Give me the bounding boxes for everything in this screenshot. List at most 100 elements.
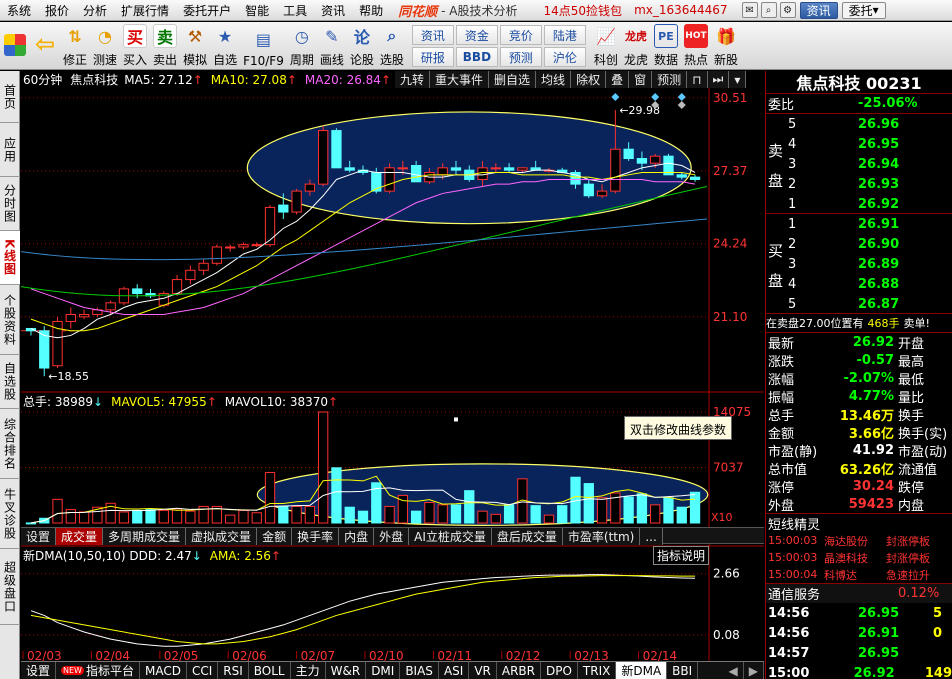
tab-wr[interactable]: W&R xyxy=(326,662,367,679)
vol-settings-tab[interactable]: 设置 xyxy=(21,528,57,545)
news-item[interactable]: 15:00:03 海达股份 封涨停板 xyxy=(766,532,952,549)
buy-level-row[interactable]: 2 26.90 xyxy=(766,234,952,254)
play-icon[interactable]: ⏭ xyxy=(707,71,730,88)
draw-button[interactable]: ✎ 画线 xyxy=(317,22,347,70)
user-id[interactable]: mx_163644467 xyxy=(634,3,728,17)
vol-turnover-tab[interactable]: 换手率 xyxy=(292,528,340,545)
vol-multi-period-tab[interactable]: 多周期成交量 xyxy=(103,528,187,545)
tab-dpo[interactable]: DPO xyxy=(541,662,578,679)
hot-button[interactable]: HOT 热点 xyxy=(681,22,711,70)
star-market-button[interactable]: 📈 科创 xyxy=(591,22,621,70)
vol-ai-tab[interactable]: AI立桩成交量 xyxy=(409,528,492,545)
indicator-settings-tab[interactable]: 设置 xyxy=(21,662,57,679)
vol-inner-tab[interactable]: 内盘 xyxy=(339,528,375,545)
trade-button[interactable]: 委托 ▾ xyxy=(841,1,886,19)
tab-main-force[interactable]: 主力 xyxy=(291,662,326,679)
tab-apps[interactable]: 应用 xyxy=(0,123,20,177)
sell-level-row[interactable]: 5 26.96 xyxy=(766,114,952,134)
tab-dmi[interactable]: DMI xyxy=(366,662,401,679)
indicator-help-button[interactable]: 指标说明 xyxy=(652,546,709,565)
event-marker-icon[interactable] xyxy=(677,93,686,101)
tab-trix[interactable]: TRIX xyxy=(578,662,617,679)
tab-stock-profile[interactable]: 个股资料 xyxy=(0,285,20,355)
scroll-right-icon[interactable]: ▶ xyxy=(744,662,764,679)
buy-level-row[interactable]: 3 26.89 xyxy=(766,254,952,274)
tab-diagnose[interactable]: 牛叉诊股 xyxy=(0,479,20,549)
tab-watchlist[interactable]: 自选股 xyxy=(0,355,20,409)
tab-new-dma[interactable]: 新DMA xyxy=(616,662,668,679)
grid-forecast-button[interactable]: 预测 xyxy=(499,47,542,67)
layout-button[interactable] xyxy=(0,22,30,70)
grid-news-button[interactable]: 资讯 xyxy=(411,25,454,45)
sector-label[interactable]: 通信服务 xyxy=(768,584,898,603)
data-button[interactable]: PE 数据 xyxy=(651,22,681,70)
grid-sh-london-button[interactable]: 沪伦 xyxy=(543,47,586,67)
grid-auction-button[interactable]: 竞价 xyxy=(499,25,542,45)
tab-home[interactable]: 首页 xyxy=(0,71,20,123)
vol-outer-tab[interactable]: 外盘 xyxy=(374,528,410,545)
tab-super-panel[interactable]: 超级盘口 xyxy=(0,549,20,625)
menu-trade-account[interactable]: 委托开户 xyxy=(176,2,238,19)
grid-funds-button[interactable]: 资金 xyxy=(455,25,498,45)
major-events-tab[interactable]: 重大事件 xyxy=(430,71,490,88)
grid-research-button[interactable]: 研报 xyxy=(411,47,454,67)
scroll-left-icon[interactable]: ◀ xyxy=(724,662,744,679)
sell-button[interactable]: 卖 卖出 xyxy=(150,22,180,70)
chart-area[interactable]: 21.10 24.24 27.37 30.51 ←29.98 ←18.55 7037 1407… xyxy=(21,71,764,661)
settings-icon[interactable]: ⚙ xyxy=(779,2,796,18)
speedtest-button[interactable]: ◔ 测速 xyxy=(90,22,120,70)
remove-watch-tab[interactable]: 删自选 xyxy=(489,71,537,88)
menu-info[interactable]: 资讯 xyxy=(314,2,352,19)
news-button[interactable]: 资讯 xyxy=(799,1,838,19)
buy-level-row[interactable]: 1 26.91 xyxy=(766,214,952,234)
tab-bbi[interactable]: BBI xyxy=(667,662,699,679)
nine-turn-tab[interactable]: 九转 xyxy=(395,71,431,88)
sell-level-row[interactable]: 2 26.93 xyxy=(766,174,952,194)
tab-cci[interactable]: CCI xyxy=(187,662,219,679)
tab-asi[interactable]: ASI xyxy=(439,662,470,679)
tab-rsi[interactable]: RSI xyxy=(218,662,249,679)
window-tab[interactable]: 窗 xyxy=(629,71,653,88)
menu-ext-market[interactable]: 扩展行情 xyxy=(114,2,176,19)
vol-more-tab[interactable]: ... xyxy=(640,528,663,545)
menu-smart[interactable]: 智能 xyxy=(238,2,276,19)
menu-tools[interactable]: 工具 xyxy=(276,2,314,19)
buy-level-row[interactable]: 4 26.88 xyxy=(766,274,952,294)
watchlist-button[interactable]: ★ 自选 xyxy=(210,22,240,70)
tab-boll[interactable]: BOLL xyxy=(249,662,291,679)
event-marker-icon[interactable] xyxy=(611,93,620,101)
menu-analysis[interactable]: 分析 xyxy=(76,2,114,19)
new-stock-button[interactable]: 🎁 新股 xyxy=(711,22,741,70)
back-button[interactable]: ⇦ xyxy=(30,22,60,70)
event-marker-icon[interactable] xyxy=(651,93,660,101)
sell-level-row[interactable]: 3 26.94 xyxy=(766,154,952,174)
f10-button[interactable]: ▤ F10/F9 xyxy=(240,22,287,70)
news-title[interactable]: 短线精灵 xyxy=(768,514,820,533)
forecast-tab[interactable]: 预测 xyxy=(652,71,688,88)
search-icon[interactable]: ⌕ xyxy=(760,2,777,18)
buy-button[interactable]: 买 买入 xyxy=(120,22,150,70)
grid-bbd-button[interactable]: BBD xyxy=(455,47,498,67)
simulate-button[interactable]: ⚒ 模拟 xyxy=(180,22,210,70)
promo-link[interactable]: 14点50捡钱包 xyxy=(544,2,623,19)
more-chevron-icon[interactable]: ▾ xyxy=(729,71,747,88)
cycle-button[interactable]: ◷ 周期 xyxy=(287,22,317,70)
tab-timeshare[interactable]: 分时图 xyxy=(0,177,20,231)
tab-arbr[interactable]: ARBR xyxy=(497,662,541,679)
ex-rights-tab[interactable]: 除权 xyxy=(571,71,607,88)
menu-quote[interactable]: 报价 xyxy=(38,2,76,19)
overlay-tab[interactable]: 叠 xyxy=(606,71,630,88)
vol-after-hours-tab[interactable]: 盘后成交量 xyxy=(491,528,563,545)
vol-virtual-tab[interactable]: 虚拟成交量 xyxy=(186,528,258,545)
mail-icon[interactable]: ✉ xyxy=(741,2,758,18)
tab-kline[interactable]: K线图 xyxy=(0,231,20,285)
menu-help[interactable]: 帮助 xyxy=(352,2,390,19)
stock-pick-button[interactable]: ⌕ 选股 xyxy=(377,22,407,70)
menu-system[interactable]: 系统 xyxy=(0,2,38,19)
chart-canvas[interactable]: 21.1024.2427.3730.51←29.98←18.5570371407… xyxy=(21,71,764,661)
fix-button[interactable]: ⇅ 修正 xyxy=(60,22,90,70)
lock-icon[interactable]: ⊓ xyxy=(687,71,708,88)
vol-volume-tab[interactable]: 成交量 xyxy=(56,528,104,545)
tab-macd[interactable]: MACD xyxy=(140,662,187,679)
grid-hk-connect-button[interactable]: 陆港 xyxy=(543,25,586,45)
